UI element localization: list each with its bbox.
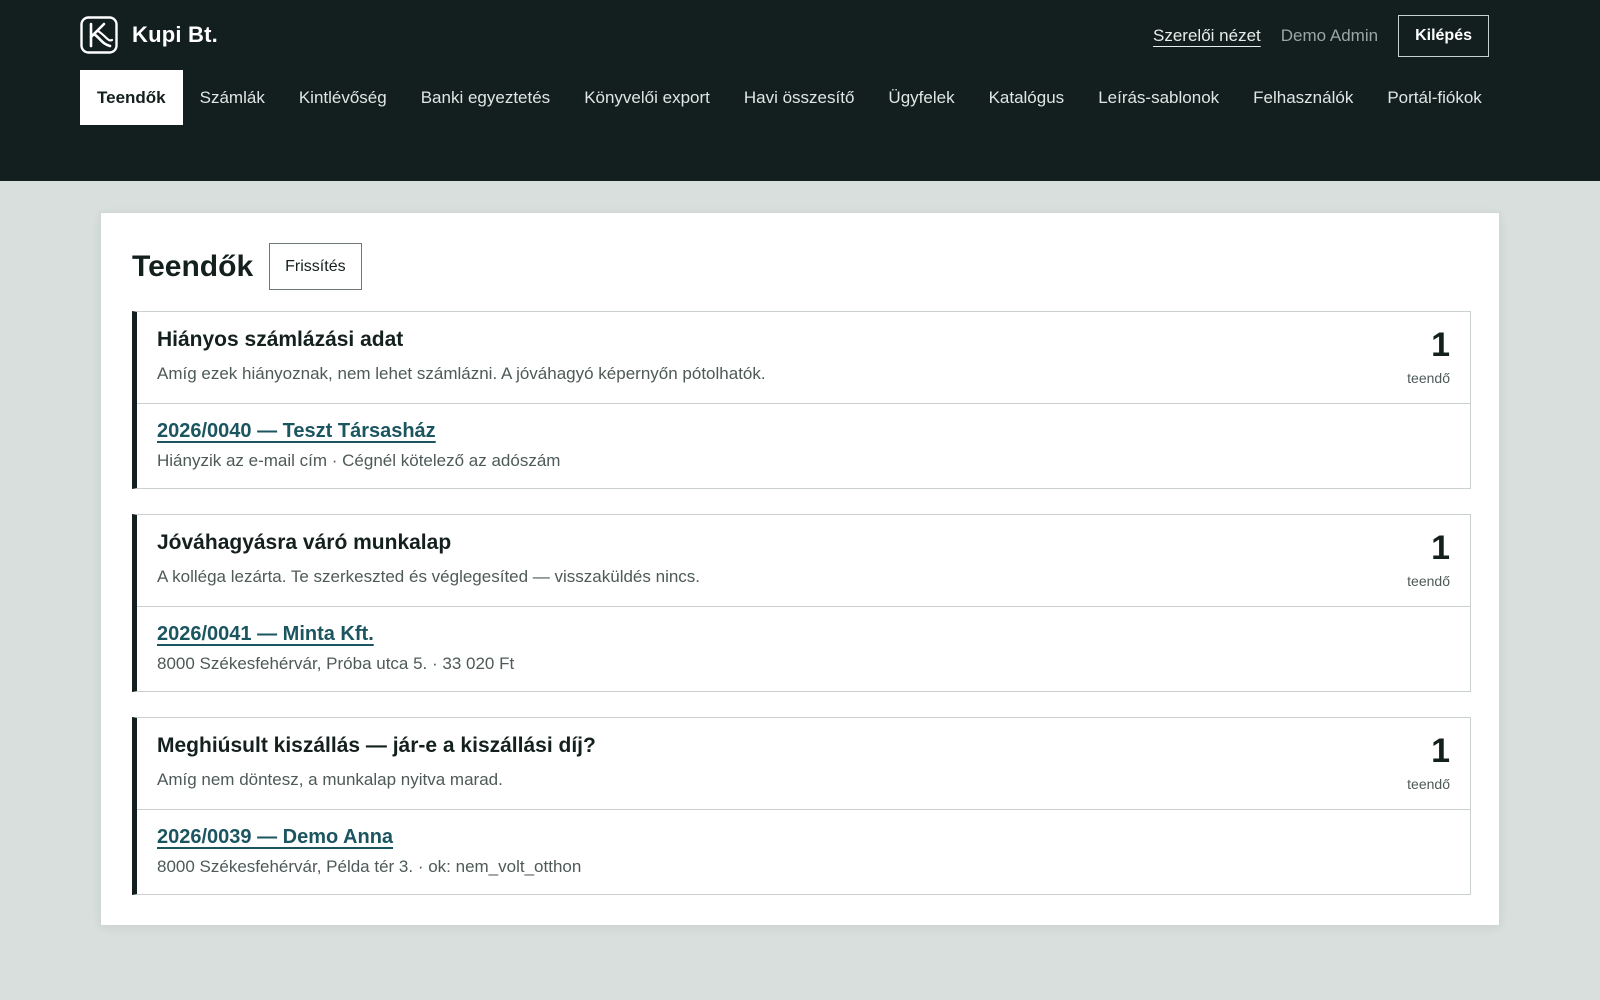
todo-item: 2026/0041 — Minta Kft. 8000 Székesfehérv… — [137, 607, 1470, 691]
header-actions: Szerelői nézet Demo Admin Kilépés — [1153, 15, 1489, 57]
group-title: Jóváhagyásra váró munkalap — [157, 531, 452, 554]
mechanic-view-link[interactable]: Szerelői nézet — [1153, 26, 1261, 46]
nav-item-teendok[interactable]: Teendők — [80, 70, 183, 125]
group-header: Meghiúsult kiszállás — jár-e a kiszállás… — [137, 718, 1470, 810]
item-detail: 8000 Székesfehérvár, Példa tér 3. · ok: … — [157, 857, 582, 876]
group-count-label: teendő — [1407, 370, 1450, 386]
top-bar: Kupi Bt. Szerelői nézet Demo Admin Kilép… — [0, 0, 1600, 181]
group-count-label: teendő — [1407, 776, 1450, 792]
group-count: 1 — [1431, 732, 1450, 770]
group-title: Hiányos számlázási adat — [157, 328, 404, 351]
nav-item-szamlak[interactable]: Számlák — [183, 70, 282, 125]
todo-group-awaiting-approval: Jóváhagyásra váró munkalap A kolléga lez… — [132, 514, 1471, 692]
nav-item-leiras-sablonok[interactable]: Leírás-sablonok — [1081, 70, 1236, 125]
card-header: Teendők Frissítés — [132, 243, 362, 290]
worksheet-link[interactable]: 2026/0040 — Teszt Társasház — [157, 420, 436, 443]
todo-item: 2026/0039 — Demo Anna 8000 Székesfehérvá… — [137, 810, 1470, 894]
item-detail: 8000 Székesfehérvár, Próba utca 5. · 33 … — [157, 654, 515, 673]
nav-item-felhasznalok[interactable]: Felhasználók — [1236, 70, 1370, 125]
nav-item-portal-fiokok[interactable]: Portál-fiókok — [1370, 70, 1498, 125]
brand-name: Kupi Bt. — [132, 22, 218, 47]
k-logo-icon — [80, 16, 118, 54]
group-title: Meghiúsult kiszállás — jár-e a kiszállás… — [157, 734, 596, 757]
logout-button[interactable]: Kilépés — [1398, 15, 1489, 57]
todo-group-missing-billing-data: Hiányos számlázási adat Amíg ezek hiányo… — [132, 311, 1471, 489]
nav-item-katalogus[interactable]: Katalógus — [972, 70, 1082, 125]
main-nav: Teendők Számlák Kintlévőség Banki egyezt… — [80, 70, 1520, 125]
nav-item-havi-osszesito[interactable]: Havi összesítő — [727, 70, 872, 125]
group-description: Amíg nem döntesz, a munkalap nyitva mara… — [157, 770, 503, 789]
group-header: Hiányos számlázási adat Amíg ezek hiányo… — [137, 312, 1470, 404]
current-user: Demo Admin — [1280, 26, 1379, 45]
todo-card: Teendők Frissítés Hiányos számlázási ada… — [100, 212, 1500, 926]
group-count-label: teendő — [1407, 573, 1450, 589]
nav-item-kintlevoseg[interactable]: Kintlévőség — [282, 70, 404, 125]
group-description: A kolléga lezárta. Te szerkeszted és vég… — [157, 567, 701, 586]
refresh-button[interactable]: Frissítés — [269, 243, 362, 290]
item-detail: Hiányzik az e-mail cím · Cégnél kötelező… — [157, 451, 561, 470]
group-header: Jóváhagyásra váró munkalap A kolléga lez… — [137, 515, 1470, 607]
todo-item: 2026/0040 — Teszt Társasház Hiányzik az … — [137, 404, 1470, 488]
nav-item-konyveloi-export[interactable]: Könyvelői export — [567, 70, 727, 125]
worksheet-link[interactable]: 2026/0041 — Minta Kft. — [157, 623, 374, 646]
worksheet-link[interactable]: 2026/0039 — Demo Anna — [157, 826, 393, 849]
page-title: Teendők — [132, 249, 254, 283]
brand[interactable]: Kupi Bt. — [80, 16, 218, 54]
group-count: 1 — [1431, 529, 1450, 567]
todo-group-failed-visit: Meghiúsult kiszállás — jár-e a kiszállás… — [132, 717, 1471, 895]
nav-item-banki-egyeztetes[interactable]: Banki egyeztetés — [404, 70, 567, 125]
group-count: 1 — [1431, 326, 1450, 364]
group-description: Amíg ezek hiányoznak, nem lehet számlázn… — [157, 364, 766, 383]
nav-item-ugyfelek[interactable]: Ügyfelek — [871, 70, 971, 125]
